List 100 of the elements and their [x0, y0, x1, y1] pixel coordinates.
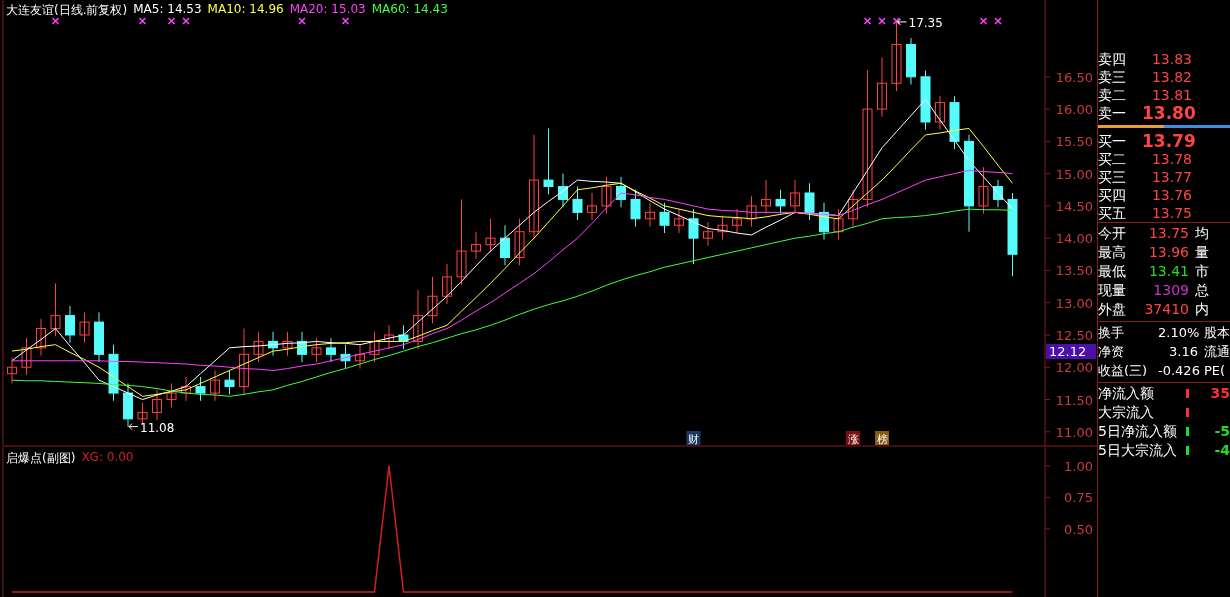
leader-line [897, 18, 907, 26]
legend-value: : 14.43 [405, 2, 448, 18]
axis-label: 15.50 [1055, 134, 1093, 150]
candlestick [993, 179, 1003, 208]
candlestick [630, 189, 641, 228]
legend-value: : 0.00 [98, 450, 134, 464]
candlestick [833, 208, 844, 240]
candlestick [7, 357, 17, 384]
candlestick [181, 376, 191, 402]
legend-name: MA20 [289, 2, 324, 18]
bid-label: 买一 [1098, 132, 1127, 150]
candlestick [703, 221, 713, 247]
event-tag[interactable]: 财 [688, 433, 699, 446]
crosshair-price-label: 12.12 [1046, 344, 1096, 359]
candlestick [340, 344, 351, 370]
axis-label: 13.00 [1055, 295, 1093, 311]
legend-name: XG [81, 450, 99, 464]
candlestick [804, 182, 815, 221]
candlestick [36, 318, 46, 357]
axis-label: 14.50 [1055, 198, 1093, 214]
axis-label: 1.00 [1064, 458, 1093, 474]
stat-value: 3.16 [1168, 343, 1199, 361]
flow-value: -4 [1213, 441, 1230, 460]
cross-mark-icon [51, 17, 60, 25]
cross-mark-icon [878, 17, 886, 25]
candlestick [79, 311, 90, 344]
axis-label: 11.00 [1055, 424, 1093, 440]
quote-label: 均 [1194, 224, 1210, 243]
candlestick [848, 189, 858, 228]
candlestick [978, 166, 989, 215]
candlestick [543, 127, 554, 195]
candlestick [514, 218, 525, 266]
axis-label: 0.50 [1064, 521, 1093, 537]
flow-label: 5日净流入额 [1098, 422, 1178, 441]
stat-label: 换手 [1098, 324, 1125, 342]
candlestick [253, 331, 264, 363]
candlestick [949, 95, 960, 150]
candlestick [674, 208, 684, 234]
ask-price: 13.82 [1150, 68, 1192, 86]
candlestick [819, 202, 829, 240]
candlestick [877, 56, 887, 118]
candlestick [311, 337, 322, 363]
event-tag[interactable]: 榜 [876, 433, 888, 446]
axis-label: 12.00 [1055, 360, 1093, 376]
quote-value: 13.75 [1147, 224, 1190, 243]
candlestick [210, 370, 220, 402]
candlestick [645, 202, 655, 228]
legend-name: MA60 [371, 2, 406, 18]
candlestick [485, 218, 496, 253]
candlestick [65, 305, 75, 344]
candlestick [152, 389, 162, 421]
candlestick [108, 344, 119, 402]
ask-label: 卖四 [1098, 50, 1127, 68]
cross-mark-icon [979, 17, 988, 25]
cross-mark-icon [863, 17, 872, 25]
quote-value: 1309 [1152, 281, 1190, 300]
axis-label: 16.50 [1055, 69, 1093, 85]
candlestick [123, 382, 133, 428]
flow-label: 5日大宗流入 [1098, 441, 1178, 460]
candlestick [572, 186, 583, 221]
indicator-title: 启爆点(副图) [6, 450, 76, 467]
stat-label: 流通 [1203, 343, 1230, 361]
candlestick [369, 331, 380, 363]
ask-price: 13.83 [1150, 50, 1192, 68]
candlestick [790, 179, 800, 215]
candlestick [398, 324, 409, 350]
stat-label: 股本 [1203, 324, 1230, 342]
leader-line [128, 423, 139, 431]
axis-label: 16.00 [1055, 102, 1093, 118]
candlestick [282, 331, 293, 357]
candlestick [195, 376, 206, 402]
quote-value: 13.96 [1147, 243, 1190, 262]
quote-label: 今开 [1098, 224, 1127, 243]
quote-label: 现量 [1098, 281, 1127, 300]
quote-label: 外盘 [1098, 300, 1127, 319]
candlestick [50, 282, 61, 337]
quote-label: 总 [1194, 281, 1210, 300]
candlestick [94, 311, 104, 363]
quote-label: 最低 [1098, 262, 1127, 281]
candlestick [500, 224, 510, 266]
candlestick [775, 189, 786, 215]
flow-value: -5 [1213, 422, 1230, 441]
quote-value: 13.41 [1147, 262, 1190, 281]
candlestick [935, 95, 945, 131]
candlestick [384, 324, 394, 350]
cross-mark-icon [341, 17, 350, 25]
candlestick [297, 331, 307, 363]
axis-label: 13.50 [1055, 263, 1093, 279]
stat-label: 收益(三) [1098, 362, 1149, 380]
candlestick [601, 176, 612, 215]
event-tag[interactable]: 涨 [847, 433, 859, 446]
quote-label: 内 [1194, 300, 1210, 319]
candlestick [717, 215, 728, 240]
bid-price: 13.75 [1150, 204, 1192, 222]
candlestick [268, 331, 278, 357]
chart-title: 大连友谊(日线.前复权) [6, 2, 128, 19]
legend-value: : 15.03 [323, 2, 366, 18]
bid-label: 买二 [1098, 150, 1127, 168]
candlestick [732, 208, 742, 234]
axis-label: 14.00 [1055, 231, 1093, 247]
